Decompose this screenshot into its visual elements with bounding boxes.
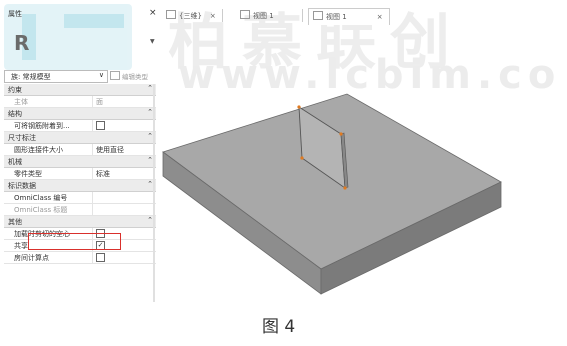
- prop-key: 可将钢筋附着到...: [14, 122, 70, 130]
- tab-label: 视图 1: [253, 12, 274, 20]
- prop-connector-size[interactable]: 圆形连接件大小 使用直径: [4, 144, 156, 156]
- view-icon: [313, 11, 323, 20]
- prop-omniclass-title[interactable]: OmniClass 标题: [4, 204, 156, 216]
- prop-key: 主体: [14, 98, 28, 106]
- family-type-select[interactable]: 族: 常规模型 ∨: [4, 70, 108, 83]
- prop-value: 使用直径: [96, 146, 124, 154]
- prop-key: 零件类型: [14, 170, 42, 178]
- room-point-checkbox[interactable]: [96, 253, 105, 262]
- edit-type-label: 编辑类型: [122, 73, 148, 81]
- prop-host[interactable]: 主体 面: [4, 96, 156, 108]
- prop-key: 共享: [14, 242, 28, 250]
- grip-point: [300, 156, 304, 160]
- section-dimensions[interactable]: 尺寸标注 ⌃: [4, 132, 156, 144]
- grip-point: [297, 105, 301, 109]
- section-identity-data[interactable]: 标识数据 ⌃: [4, 180, 156, 192]
- section-structure[interactable]: 结构 ⌃: [4, 108, 156, 120]
- tab-label: {三维}: [179, 12, 202, 20]
- tab-3d-view[interactable]: {三维} ×: [166, 10, 216, 24]
- chevron-down-icon: ∨: [98, 71, 104, 79]
- section-constraints[interactable]: 约束 ⌃: [4, 84, 156, 96]
- type-selector-bar: 族: 常规模型 ∨ 编辑类型: [4, 70, 156, 83]
- tab-label: 视图 1: [326, 13, 347, 21]
- prop-room-point: 房间计算点: [4, 252, 156, 264]
- tab-view-1-active[interactable]: 视图 1 ×: [308, 8, 390, 25]
- properties-close-button[interactable]: ×: [149, 8, 157, 18]
- section-label: 约束: [8, 86, 22, 94]
- prop-rebar-attach: 可将钢筋附着到...: [4, 120, 156, 132]
- grip-point: [339, 132, 343, 136]
- family-type-value: 族: 常规模型: [11, 73, 51, 81]
- grip-point: [343, 186, 347, 190]
- tab-close-icon[interactable]: ×: [377, 13, 383, 21]
- properties-scrollbar[interactable]: [153, 84, 155, 302]
- rebar-attach-checkbox[interactable]: [96, 121, 105, 130]
- revit-family-icon: R: [14, 31, 30, 55]
- tab-view-1[interactable]: 视图 1: [240, 10, 274, 24]
- slab-top-face: [162, 93, 502, 270]
- section-label: 其他: [8, 218, 22, 226]
- section-mechanical[interactable]: 机械 ⌃: [4, 156, 156, 168]
- section-label: 机械: [8, 158, 22, 166]
- edit-type-icon: [110, 71, 120, 80]
- view-icon: [240, 10, 250, 19]
- prop-value: 标准: [96, 170, 110, 178]
- section-label: 结构: [8, 110, 22, 118]
- section-other[interactable]: 其他 ⌃: [4, 216, 156, 228]
- edit-type-button[interactable]: 编辑类型: [110, 71, 148, 81]
- prop-key: 房间计算点: [14, 254, 49, 262]
- shared-highlight-box: [28, 233, 121, 250]
- section-label: 尺寸标注: [8, 134, 36, 142]
- figure-caption: 图 4: [262, 317, 296, 337]
- prop-omniclass-number[interactable]: OmniClass 编号: [4, 192, 156, 204]
- properties-title: 属性: [8, 10, 22, 18]
- 3d-viewport[interactable]: [160, 24, 567, 306]
- type-preview-arrow-icon[interactable]: ▼: [150, 38, 155, 45]
- prop-key: OmniClass 标题: [14, 206, 68, 214]
- prop-key: 圆形连接件大小: [14, 146, 63, 154]
- 3d-view-icon: [166, 10, 176, 19]
- tab-close-icon[interactable]: ×: [210, 12, 216, 20]
- section-label: 标识数据: [8, 182, 36, 190]
- prop-value: 面: [96, 98, 103, 106]
- prop-key: OmniClass 编号: [14, 194, 68, 202]
- prop-part-type[interactable]: 零件类型 标准: [4, 168, 156, 180]
